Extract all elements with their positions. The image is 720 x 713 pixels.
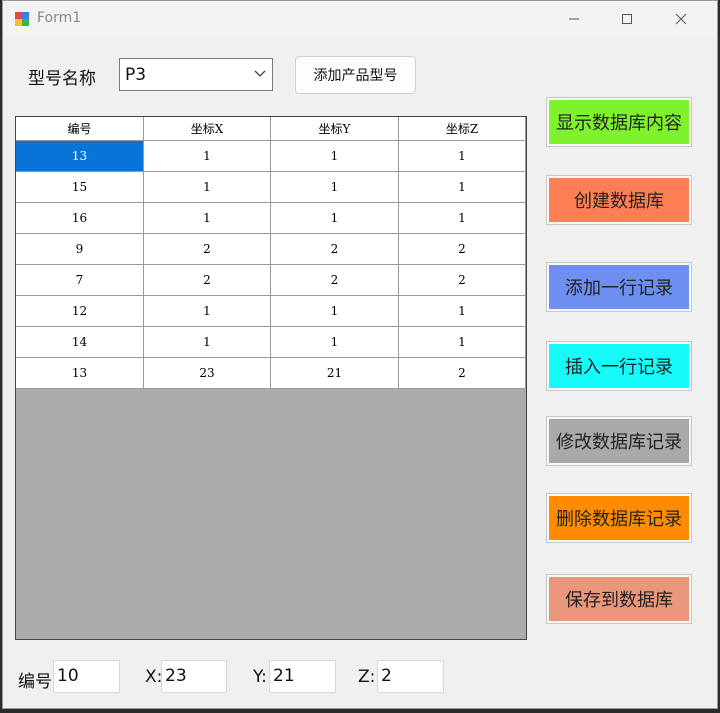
column-header-y[interactable]: 坐标Y xyxy=(270,117,399,141)
x-field[interactable]: 23 xyxy=(161,660,227,693)
table-row: 13 1 1 1 xyxy=(16,140,526,172)
table-cell[interactable]: 9 xyxy=(16,233,144,265)
table-cell[interactable]: 21 xyxy=(270,357,399,389)
column-header-id[interactable]: 编号 xyxy=(16,117,144,141)
show-database-button[interactable]: 显示数据库内容 xyxy=(546,97,692,147)
id-label: 编号 xyxy=(18,672,52,692)
maximize-icon xyxy=(622,14,632,24)
table-cell[interactable]: 2 xyxy=(398,357,526,389)
save-to-database-button[interactable]: 保存到数据库 xyxy=(546,574,692,624)
table-cell[interactable]: 1 xyxy=(270,171,399,203)
minimize-icon xyxy=(569,18,579,20)
table-cell[interactable]: 1 xyxy=(398,171,526,203)
x-label: X: xyxy=(145,667,163,687)
table-cell[interactable]: 2 xyxy=(270,264,399,296)
table-cell[interactable]: 1 xyxy=(143,295,271,327)
table-cell[interactable]: 1 xyxy=(270,202,399,234)
main-window: Form1 型号名称 P3 添加产品型号 编号 坐标X 坐标Y 坐标Z 13 1… xyxy=(2,0,718,709)
y-label: Y: xyxy=(253,667,267,687)
app-icon xyxy=(15,12,29,26)
table-cell[interactable]: 1 xyxy=(270,140,399,172)
close-icon xyxy=(675,13,687,25)
maximize-button[interactable] xyxy=(604,1,650,37)
table-cell[interactable]: 2 xyxy=(398,264,526,296)
table-cell[interactable]: 1 xyxy=(398,295,526,327)
model-name-combobox[interactable]: P3 xyxy=(119,58,273,91)
table-cell[interactable]: 12 xyxy=(16,295,144,327)
table-cell[interactable]: 14 xyxy=(16,326,144,358)
table-cell[interactable]: 1 xyxy=(143,171,271,203)
table-cell[interactable]: 1 xyxy=(143,140,271,172)
table-cell[interactable]: 23 xyxy=(143,357,271,389)
title-bar: Form1 xyxy=(3,1,717,37)
table-row: 16 1 1 1 xyxy=(16,202,526,234)
table-cell[interactable]: 1 xyxy=(398,326,526,358)
table-cell[interactable]: 1 xyxy=(143,202,271,234)
create-database-button[interactable]: 创建数据库 xyxy=(546,175,692,225)
z-field[interactable]: 2 xyxy=(377,660,444,693)
insert-row-button[interactable]: 插入一行记录 xyxy=(546,341,692,391)
table-cell[interactable]: 7 xyxy=(16,264,144,296)
table-cell[interactable]: 13 xyxy=(16,140,144,172)
table-cell[interactable]: 15 xyxy=(16,171,144,203)
table-cell[interactable]: 2 xyxy=(270,233,399,265)
table-cell[interactable]: 1 xyxy=(398,202,526,234)
table-row: 12 1 1 1 xyxy=(16,295,526,327)
table-cell[interactable]: 2 xyxy=(143,233,271,265)
table-cell[interactable]: 1 xyxy=(270,295,399,327)
table-cell[interactable]: 16 xyxy=(16,202,144,234)
data-grid[interactable]: 编号 坐标X 坐标Y 坐标Z 13 1 1 1 15 1 1 1 16 1 1 … xyxy=(15,116,527,640)
close-button[interactable] xyxy=(658,1,704,37)
column-header-z[interactable]: 坐标Z xyxy=(398,117,526,141)
add-row-button[interactable]: 添加一行记录 xyxy=(546,262,692,312)
table-cell[interactable]: 1 xyxy=(143,326,271,358)
id-field[interactable]: 10 xyxy=(53,660,120,693)
table-row: 14 1 1 1 xyxy=(16,326,526,358)
table-row: 13 23 21 2 xyxy=(16,357,526,389)
table-row: 7 2 2 2 xyxy=(16,264,526,296)
table-cell[interactable]: 2 xyxy=(398,233,526,265)
table-cell[interactable]: 13 xyxy=(16,357,144,389)
add-product-type-button[interactable]: 添加产品型号 xyxy=(295,56,416,94)
delete-record-button[interactable]: 删除数据库记录 xyxy=(546,493,692,543)
column-header-x[interactable]: 坐标X xyxy=(143,117,271,141)
data-table: 编号 坐标X 坐标Y 坐标Z 13 1 1 1 15 1 1 1 16 1 1 … xyxy=(16,117,526,389)
table-row: 9 2 2 2 xyxy=(16,233,526,265)
model-name-label: 型号名称 xyxy=(28,69,96,89)
chevron-down-icon[interactable] xyxy=(254,67,266,79)
y-field[interactable]: 21 xyxy=(269,660,336,693)
modify-record-button[interactable]: 修改数据库记录 xyxy=(546,416,692,466)
table-cell[interactable]: 2 xyxy=(143,264,271,296)
z-label: Z: xyxy=(358,667,376,687)
table-cell[interactable]: 1 xyxy=(270,326,399,358)
minimize-button[interactable] xyxy=(551,1,597,37)
model-name-value: P3 xyxy=(125,65,147,85)
table-cell[interactable]: 1 xyxy=(398,140,526,172)
header-row: 编号 坐标X 坐标Y 坐标Z xyxy=(16,117,526,141)
window-title: Form1 xyxy=(37,10,82,26)
table-row: 15 1 1 1 xyxy=(16,171,526,203)
